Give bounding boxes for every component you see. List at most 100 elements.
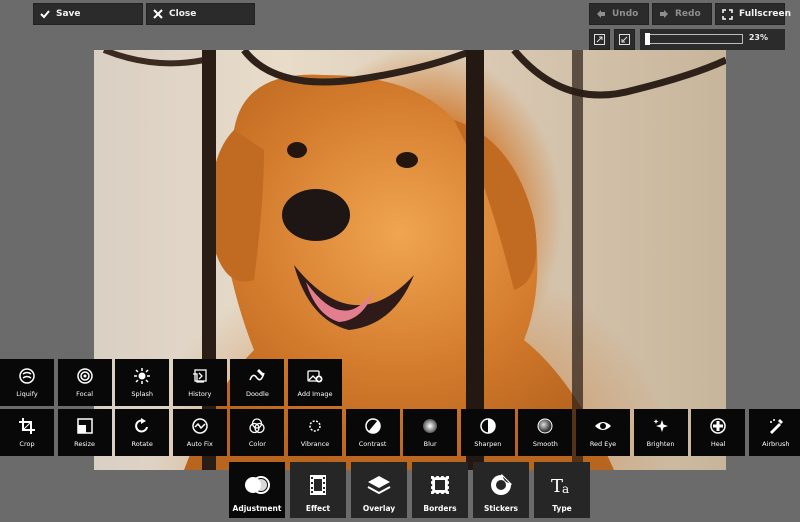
tool-focal[interactable]: Focal xyxy=(57,359,112,406)
tool-add-image[interactable]: Add Image xyxy=(288,359,342,406)
tool-label: Auto Fix xyxy=(186,440,213,448)
fullscreen-button[interactable]: Fullscreen xyxy=(715,3,791,25)
tool-label: Red Eye xyxy=(589,440,617,448)
liquify-icon xyxy=(18,367,36,385)
doodle-icon xyxy=(248,367,266,385)
add-image-icon xyxy=(306,367,324,385)
tool-brighten[interactable]: Brighten xyxy=(633,409,688,456)
tool-label: Airbrush xyxy=(762,440,790,448)
checkmark-icon xyxy=(40,10,50,19)
vibrance-icon xyxy=(306,417,324,435)
category-borders[interactable]: Borders xyxy=(412,462,468,518)
category-label: Stickers xyxy=(483,504,519,513)
category-overlay[interactable]: Overlay xyxy=(351,462,407,518)
tool-label: Splash xyxy=(131,390,153,398)
expand-icon xyxy=(619,34,630,45)
tool-auto-fix[interactable]: Auto Fix xyxy=(172,409,227,456)
stickers-icon xyxy=(488,472,514,498)
color-icon xyxy=(248,417,266,435)
crop-icon xyxy=(18,417,36,435)
close-icon xyxy=(153,9,163,19)
zoom-actual-button[interactable] xyxy=(614,29,635,50)
tool-airbrush[interactable]: Airbrush xyxy=(748,409,800,456)
image-canvas[interactable] xyxy=(94,50,726,470)
history-icon xyxy=(191,367,209,385)
tool-heal[interactable]: Heal xyxy=(691,409,746,456)
tool-label: Smooth xyxy=(532,440,558,448)
smooth-icon xyxy=(536,417,554,435)
undo-label: Undo xyxy=(612,9,639,19)
tool-label: Blur xyxy=(423,440,437,448)
undo-button[interactable]: Undo xyxy=(589,3,649,25)
tool-label: Color xyxy=(248,440,266,448)
fullscreen-label: Fullscreen xyxy=(739,9,792,19)
tool-resize[interactable]: Resize xyxy=(57,409,112,456)
tool-sharpen[interactable]: Sharpen xyxy=(460,409,515,456)
red-eye-icon xyxy=(594,417,612,435)
tool-color[interactable]: Color xyxy=(230,409,285,456)
save-label: Save xyxy=(56,9,81,19)
redo-label: Redo xyxy=(675,9,701,19)
adjustment-icon xyxy=(244,472,270,498)
fullscreen-icon xyxy=(722,8,733,20)
category-label: Overlay xyxy=(362,504,396,513)
overlay-icon xyxy=(366,472,392,498)
zoom-slider-handle[interactable] xyxy=(645,33,650,45)
tool-liquify[interactable]: Liquify xyxy=(0,359,54,406)
zoom-fit-button[interactable] xyxy=(589,29,610,50)
photo xyxy=(102,50,726,470)
rotate-icon xyxy=(133,417,151,435)
arrow-right-icon xyxy=(660,10,668,18)
auto-fix-icon xyxy=(191,417,209,435)
type-icon: Ta xyxy=(549,472,575,498)
tool-contrast[interactable]: Contrast xyxy=(345,409,400,456)
tool-label: Sharpen xyxy=(474,440,502,448)
tool-doodle[interactable]: Doodle xyxy=(230,359,285,406)
tool-label: Liquify xyxy=(16,390,38,398)
focal-icon xyxy=(76,367,94,385)
tool-crop[interactable]: Crop xyxy=(0,409,54,456)
tool-vibrance[interactable]: Vibrance xyxy=(288,409,342,456)
svg-text:a: a xyxy=(562,482,569,496)
category-adjustment[interactable]: Adjustment xyxy=(229,462,285,518)
resize-icon xyxy=(76,417,94,435)
tool-blur[interactable]: Blur xyxy=(403,409,458,456)
contrast-icon xyxy=(364,417,382,435)
effect-icon xyxy=(305,472,331,498)
tool-label: Resize xyxy=(74,440,95,448)
redo-button[interactable]: Redo xyxy=(652,3,712,25)
tool-splash[interactable]: Splash xyxy=(115,359,170,406)
tool-rotate[interactable]: Rotate xyxy=(115,409,170,456)
tool-smooth[interactable]: Smooth xyxy=(518,409,573,456)
tool-label: Crop xyxy=(19,440,35,448)
shrink-icon xyxy=(594,34,605,45)
category-label: Adjustment xyxy=(232,504,282,513)
close-button[interactable]: Close xyxy=(146,3,255,25)
zoom-slider[interactable] xyxy=(645,33,743,45)
tool-label: Focal xyxy=(76,390,94,398)
category-label: Borders xyxy=(423,504,457,513)
tool-red-eye[interactable]: Red Eye xyxy=(576,409,630,456)
tool-label: Doodle xyxy=(245,390,269,398)
tool-label: Heal xyxy=(710,440,726,448)
category-effect[interactable]: Effect xyxy=(290,462,346,518)
close-label: Close xyxy=(169,9,197,19)
category-label: Effect xyxy=(305,504,331,513)
category-type[interactable]: Ta Type xyxy=(534,462,590,518)
save-button[interactable]: Save xyxy=(33,3,143,25)
tool-label: Add Image xyxy=(297,390,333,398)
category-label: Type xyxy=(552,504,572,513)
tool-label: Brighten xyxy=(646,440,675,448)
tool-label: Rotate xyxy=(131,440,153,448)
borders-icon xyxy=(427,472,453,498)
brighten-icon xyxy=(652,417,670,435)
sharpen-icon xyxy=(479,417,497,435)
tool-label: Vibrance xyxy=(300,440,330,448)
splash-icon xyxy=(133,367,151,385)
tool-history[interactable]: History xyxy=(172,359,227,406)
heal-icon xyxy=(709,417,727,435)
tool-label: Contrast xyxy=(358,440,387,448)
category-stickers[interactable]: Stickers xyxy=(473,462,529,518)
arrow-left-icon xyxy=(597,10,605,18)
blur-icon xyxy=(421,417,439,435)
